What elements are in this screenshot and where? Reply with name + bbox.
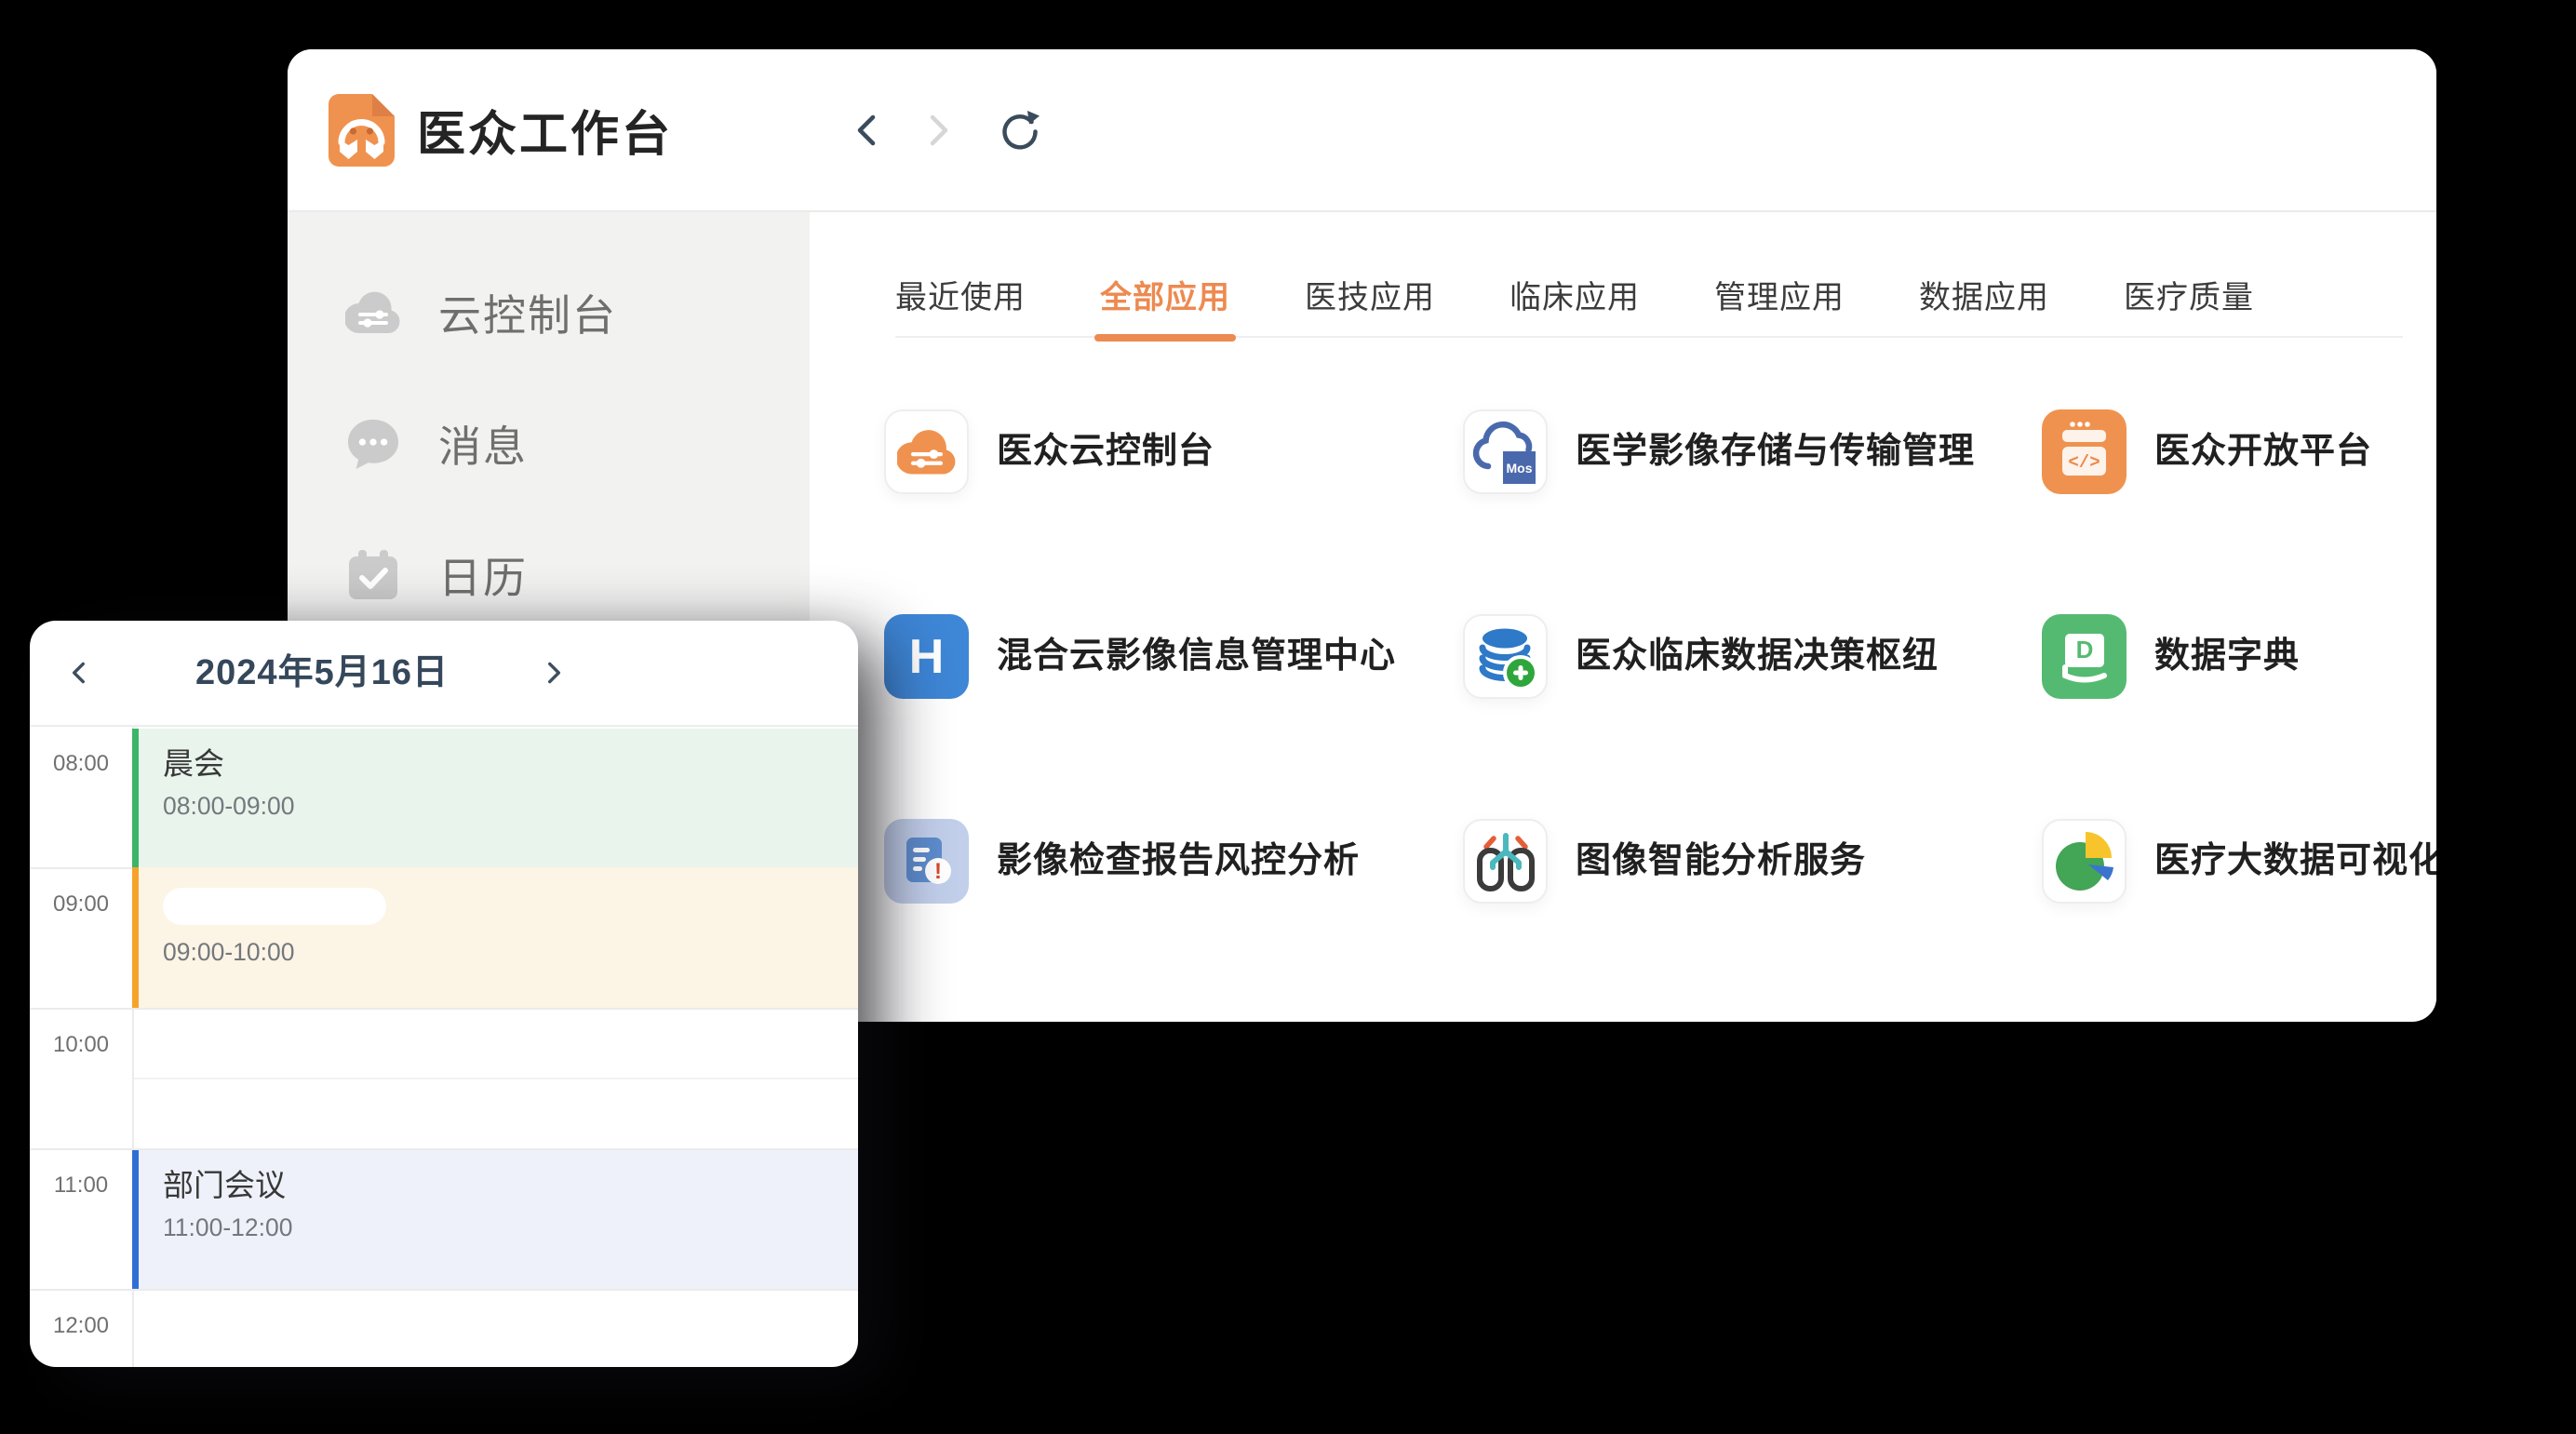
back-button[interactable] [846, 109, 889, 152]
app-report-risk-analysis[interactable]: ! 影像检查报告风控分析 [884, 819, 1463, 1022]
tab-data[interactable]: 数据应用 [1919, 272, 2049, 317]
sidebar-item-calendar[interactable]: 日历 [288, 534, 810, 616]
tab-all-apps[interactable]: 全部应用 [1100, 272, 1230, 317]
calendar-event-redacted[interactable]: 09:00-10:00 [132, 867, 858, 1008]
chevron-left-icon [846, 109, 889, 152]
app-pacs-storage[interactable]: Mos 医学影像存储与传输管理 [1463, 409, 2042, 614]
calendar-event-department-meeting[interactable]: 部门会议 11:00-12:00 [132, 1150, 858, 1289]
app-label: 混合云影像信息管理中心 [997, 614, 1396, 699]
content-area: 最近使用 全部应用 医技应用 临床应用 管理应用 数据应用 医疗质量 [810, 212, 2436, 1020]
lungs-icon [1463, 819, 1548, 904]
cloud-settings-icon [345, 285, 401, 341]
calendar-header-divider [30, 725, 858, 727]
calendar-check-icon [345, 547, 401, 603]
cloud-settings-icon [884, 409, 969, 494]
calendar-event-morning-meeting[interactable]: 晨会 08:00-09:00 [132, 729, 858, 867]
tab-bar: 最近使用 全部应用 医技应用 临床应用 管理应用 数据应用 医疗质量 [895, 272, 2403, 338]
app-hybrid-cloud-imaging[interactable]: H 混合云影像信息管理中心 [884, 614, 1463, 819]
app-label: 影像检查报告风控分析 [997, 819, 1360, 904]
tab-recent[interactable]: 最近使用 [895, 272, 1026, 317]
time-label: 09:00 [30, 891, 132, 918]
app-logo-icon [329, 94, 395, 167]
sidebar-item-messages[interactable]: 消息 [288, 403, 810, 485]
app-open-platform[interactable]: </> 医众开放平台 [2042, 409, 2436, 614]
event-time: 09:00-10:00 [163, 938, 858, 967]
app-clinical-data-hub[interactable]: 医众临床数据决策枢纽 [1463, 614, 2042, 819]
calendar-date-title: 2024年5月16日 [30, 621, 614, 725]
app-grid: 医众云控制台 Mos 医学影像存储与传输管理 [884, 409, 2436, 1022]
refresh-button[interactable] [997, 109, 1040, 152]
warning-mark-text: ! [934, 859, 942, 884]
app-label: 医众开放平台 [2154, 409, 2372, 494]
screenshot-stage: 医众工作台 [0, 0, 2576, 1434]
hour-gridline [30, 1289, 858, 1291]
app-label: 医疗大数据可视化 [2154, 819, 2436, 904]
sidebar-item-label: 日历 [438, 544, 528, 606]
report-warning-icon: ! [884, 819, 969, 904]
sidebar-item-label: 消息 [438, 413, 528, 475]
app-label: 医众云控制台 [997, 409, 1214, 494]
calendar-header: 2024年5月16日 [30, 621, 614, 725]
database-plus-icon [1463, 614, 1548, 699]
time-label: 08:00 [30, 751, 132, 777]
sidebar-item-label: 云控制台 [438, 282, 617, 343]
app-data-dictionary[interactable]: D 数据字典 [2042, 614, 2436, 819]
redacted-title-pill [163, 888, 386, 925]
refresh-icon [997, 109, 1040, 152]
chat-bubble-icon [345, 416, 401, 472]
d-letter-text: D [2076, 636, 2094, 663]
app-image-ai-analysis[interactable]: 图像智能分析服务 [1463, 819, 2042, 1022]
app-label: 医学影像存储与传输管理 [1576, 409, 1975, 494]
dictionary-book-icon: D [2042, 614, 2127, 699]
event-title: 晨会 [163, 745, 858, 783]
app-label: 医众临床数据决策枢纽 [1576, 614, 1939, 699]
time-label: 10:00 [30, 1032, 132, 1058]
app-label: 图像智能分析服务 [1576, 819, 1866, 904]
app-bigdata-visualization[interactable]: 医疗大数据可视化 [2042, 819, 2436, 1022]
tab-medtech[interactable]: 医技应用 [1305, 272, 1435, 317]
nav-controls [846, 109, 1040, 152]
window-header: 医众工作台 [288, 49, 2436, 212]
tab-quality[interactable]: 医疗质量 [2124, 272, 2254, 317]
mos-cloud-icon: Mos [1463, 409, 1548, 494]
chevron-right-icon [539, 658, 569, 688]
event-time: 11:00-12:00 [163, 1213, 858, 1242]
app-label: 数据字典 [2154, 614, 2300, 699]
time-label: 11:00 [30, 1173, 132, 1199]
event-title: 部门会议 [163, 1167, 858, 1204]
tab-clinical[interactable]: 临床应用 [1509, 272, 1640, 317]
calendar-next-day-button[interactable] [533, 652, 574, 693]
chevron-right-icon [917, 109, 959, 152]
code-window-icon: </> [2042, 409, 2127, 494]
app-title: 医众工作台 [417, 95, 673, 165]
forward-button[interactable] [917, 109, 959, 152]
sidebar-item-cloud-console[interactable]: 云控制台 [288, 272, 810, 354]
h-letter-text: H [909, 630, 945, 684]
hour-gridline [30, 1008, 858, 1010]
app-cloud-console[interactable]: 医众云控制台 [884, 409, 1463, 614]
mos-badge-text: Mos [1506, 461, 1532, 476]
tab-management[interactable]: 管理应用 [1714, 272, 1845, 317]
event-time: 08:00-09:00 [163, 792, 858, 821]
h-letter-icon: H [884, 614, 969, 699]
calendar-panel: 2024年5月16日 08:00 09:00 10:00 11:00 12:00… [30, 621, 858, 1367]
code-glyph-text: </> [2068, 452, 2100, 473]
time-label: 12:00 [30, 1313, 132, 1339]
half-hour-gridline [134, 1078, 858, 1079]
pie-chart-icon [2042, 819, 2127, 904]
